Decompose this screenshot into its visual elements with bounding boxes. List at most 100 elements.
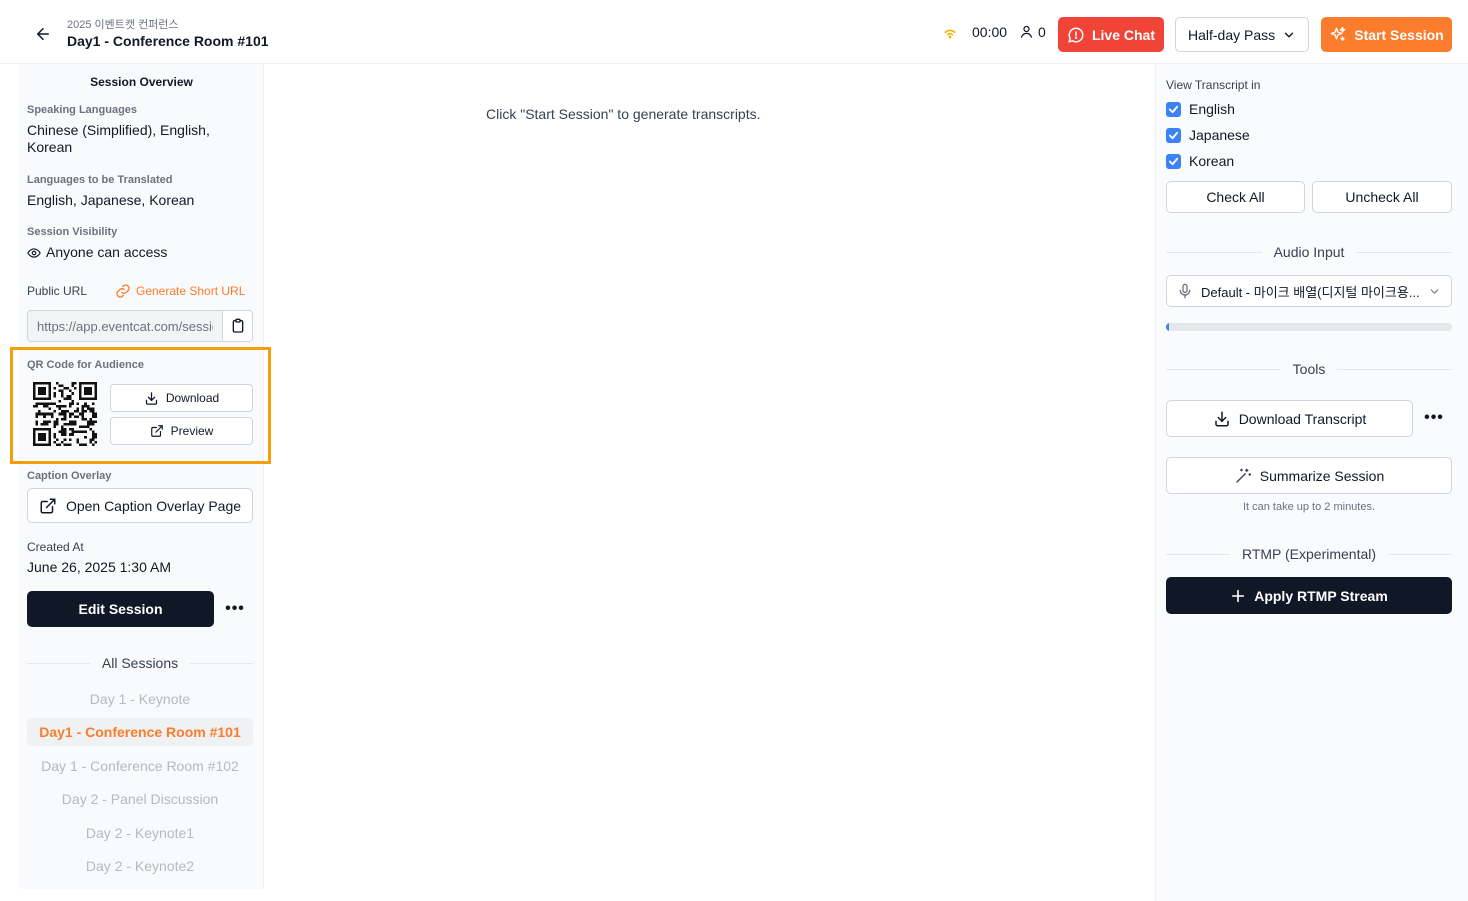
download-transcript-label: Download Transcript <box>1238 410 1367 427</box>
user-icon <box>1019 24 1035 40</box>
session-status: 00:00 0 <box>942 24 1046 40</box>
qr-code-label: QR Code for Audience <box>27 359 144 371</box>
language-label: English <box>1189 101 1235 117</box>
translated-languages-label: Languages to be Translated <box>27 174 173 186</box>
language-checkbox[interactable]: Korean <box>1166 153 1234 169</box>
rtmp-divider: RTMP (Experimental) <box>1166 546 1453 562</box>
start-session-label: Start Session <box>1354 26 1444 43</box>
clipboard-icon <box>230 318 246 334</box>
audio-input-select[interactable]: Default - 마이크 배열(디지털 마이크용... <box>1166 275 1452 307</box>
visibility-value: Anyone can access <box>27 244 247 261</box>
download-icon <box>1213 410 1231 428</box>
divider-line <box>1166 553 1230 555</box>
summarize-session-button[interactable]: Summarize Session <box>1166 457 1452 494</box>
open-caption-overlay-label: Open Caption Overlay Page <box>65 497 242 514</box>
divider-line <box>190 662 254 664</box>
live-chat-label: Live Chat <box>1091 26 1155 43</box>
qr-preview-button[interactable]: Preview <box>110 417 253 445</box>
live-chat-button[interactable]: Live Chat <box>1058 17 1164 52</box>
external-link-icon <box>39 497 57 515</box>
language-label: Korean <box>1189 153 1235 169</box>
speaking-languages-label: Speaking Languages <box>27 104 138 116</box>
divider-line <box>1166 368 1281 370</box>
checkbox-checked-icon[interactable] <box>1166 153 1181 169</box>
open-caption-overlay-button[interactable]: Open Caption Overlay Page <box>27 488 253 523</box>
divider-line <box>1356 251 1452 253</box>
session-title: Day1 - Conference Room #101 <box>67 33 269 49</box>
microphone-icon <box>1177 283 1193 299</box>
summarize-hint: It can take up to 2 minutes. <box>1242 501 1376 513</box>
language-checkbox[interactable]: English <box>1166 101 1235 117</box>
public-url-field <box>27 310 253 342</box>
generate-short-url-label: Generate Short URL <box>136 284 246 298</box>
uncheck-all-button[interactable]: Uncheck All <box>1312 181 1452 213</box>
eye-icon <box>27 246 41 260</box>
audio-level-fill <box>1166 323 1169 331</box>
language-label: Japanese <box>1189 127 1250 143</box>
edit-session-button[interactable]: Edit Session <box>27 591 214 627</box>
visibility-text: Anyone can access <box>46 244 168 260</box>
top-header: 2025 이벤트캣 컨퍼런스 Day1 - Conference Room #1… <box>0 0 1468 64</box>
event-name: 2025 이벤트캣 컨퍼런스 <box>67 19 179 31</box>
tools-divider: Tools <box>1166 361 1452 377</box>
divider-line <box>1388 553 1453 555</box>
qr-download-button[interactable]: Download <box>110 384 253 412</box>
sidebar-title: Session Overview <box>90 75 193 89</box>
rtmp-title: RTMP (Experimental) <box>1241 546 1377 562</box>
external-link-icon <box>150 424 164 438</box>
session-item[interactable]: Day 1 - Conference Room #102 <box>27 752 253 780</box>
checkbox-checked-icon[interactable] <box>1166 101 1181 117</box>
audio-input-divider: Audio Input <box>1166 244 1452 260</box>
all-sessions-divider: All Sessions <box>27 655 254 671</box>
audio-level-meter <box>1166 323 1452 331</box>
visibility-label: Session Visibility <box>27 226 118 238</box>
speaking-languages-value: Chinese (Simplified), English, Korean <box>27 122 210 155</box>
session-item-active[interactable]: Day1 - Conference Room #101 <box>27 718 253 747</box>
public-url-input[interactable] <box>28 311 222 341</box>
qr-download-label: Download <box>165 391 220 405</box>
divider-line <box>1166 251 1262 253</box>
arrow-left-icon <box>34 25 52 43</box>
pass-type-select[interactable]: Half-day Pass <box>1175 17 1309 52</box>
language-checkbox[interactable]: Japanese <box>1166 127 1250 143</box>
link-icon <box>115 283 131 299</box>
checkbox-checked-icon[interactable] <box>1166 127 1181 143</box>
plus-icon <box>1230 588 1246 604</box>
divider-line <box>27 662 90 664</box>
session-item[interactable]: Day 2 - Keynote1 <box>27 819 253 847</box>
chat-bubble-icon <box>1067 26 1085 44</box>
chevron-down-icon <box>1428 285 1441 298</box>
divider-line <box>1337 368 1452 370</box>
apply-rtmp-stream-button[interactable]: Apply RTMP Stream <box>1166 577 1452 614</box>
tools-more-button[interactable]: ••• <box>1423 407 1445 429</box>
pass-type-value: Half-day Pass <box>1188 26 1276 43</box>
tools-title: Tools <box>1292 361 1326 377</box>
check-all-button[interactable]: Check All <box>1166 181 1305 213</box>
start-session-button[interactable]: Start Session <box>1321 17 1452 52</box>
download-icon <box>144 391 159 406</box>
sparkle-icon <box>1329 26 1347 44</box>
qr-code-image <box>33 382 97 446</box>
generate-short-url-link[interactable]: Generate Short URL <box>115 283 245 299</box>
summarize-session-label: Summarize Session <box>1259 467 1385 484</box>
session-more-button[interactable]: ••• <box>224 598 246 620</box>
session-timer: 00:00 <box>972 24 1008 40</box>
audience-count: 0 <box>1038 24 1046 40</box>
transcript-empty-message: Click "Start Session" to generate transc… <box>486 106 761 122</box>
translated-languages-value: English, Japanese, Korean <box>27 192 195 208</box>
download-transcript-button[interactable]: Download Transcript <box>1166 400 1413 437</box>
back-button[interactable] <box>32 23 54 45</box>
session-item[interactable]: Day 2 - Keynote2 <box>27 852 253 880</box>
magic-wand-icon <box>1234 467 1252 485</box>
chevron-down-icon <box>1282 28 1296 42</box>
apply-rtmp-stream-label: Apply RTMP Stream <box>1254 587 1388 604</box>
created-at-value: June 26, 2025 1:30 AM <box>27 559 171 575</box>
qr-preview-label: Preview <box>170 424 214 438</box>
wifi-icon <box>942 24 958 40</box>
public-url-label: Public URL <box>27 284 88 298</box>
copy-url-button[interactable] <box>222 311 252 341</box>
all-sessions-title: All Sessions <box>101 655 179 671</box>
session-item[interactable]: Day 2 - Panel Discussion <box>27 785 253 813</box>
created-at-label: Created At <box>27 540 84 554</box>
session-item[interactable]: Day 1 - Keynote <box>27 685 253 713</box>
